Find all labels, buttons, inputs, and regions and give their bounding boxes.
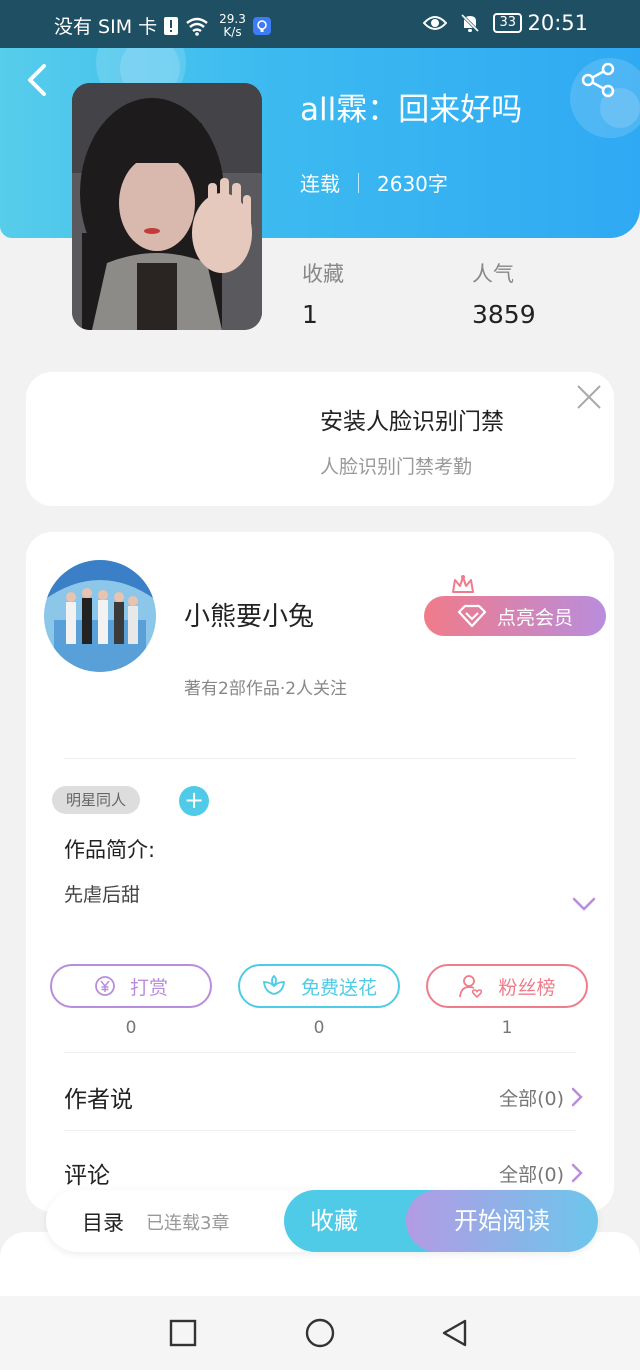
chapter-count: 已连载3章: [146, 1213, 230, 1234]
net-speed-unit: K/s: [223, 24, 242, 39]
close-icon[interactable]: [574, 382, 604, 412]
chevron-right-icon: [571, 1087, 583, 1107]
share-icon[interactable]: [578, 60, 618, 100]
chevron-down-icon[interactable]: [570, 894, 598, 914]
author-says-title: 作者说: [64, 1087, 133, 1113]
yen-coin-icon: [95, 976, 115, 996]
recent-apps-icon[interactable]: [168, 1318, 198, 1348]
eye-icon: [423, 16, 448, 30]
comments-title: 评论: [64, 1163, 110, 1189]
back-arrow-icon[interactable]: [22, 60, 52, 100]
home-icon[interactable]: [305, 1318, 335, 1348]
intro-text: 先虐后甜: [64, 884, 141, 906]
ad-subtitle: 人脸识别门禁考勤: [320, 456, 473, 478]
popularity-value: 3859: [472, 300, 536, 329]
popularity-label: 人气: [472, 262, 514, 286]
vip-button[interactable]: 点亮会员: [424, 596, 606, 636]
divider: [64, 1130, 576, 1131]
back-triangle-icon[interactable]: [440, 1318, 470, 1348]
reward-count: 0: [125, 1018, 137, 1038]
fan-ranking-button[interactable]: 粉丝榜: [426, 964, 588, 1008]
flower-icon: [262, 974, 285, 995]
author-avatar[interactable]: [44, 560, 156, 672]
wifi-icon: [186, 17, 208, 36]
system-nav-bar: [0, 1296, 640, 1370]
comments-link[interactable]: 全部(0): [499, 1160, 584, 1187]
word-count: 2630字: [377, 172, 448, 196]
status-right: 33: [423, 12, 522, 34]
book-title: all霖：回来好吗: [300, 92, 523, 128]
divider: [64, 1052, 576, 1053]
sim-alert-icon: [164, 16, 179, 35]
collect-label: 收藏: [302, 262, 344, 286]
comments-row[interactable]: 评论 全部(0): [64, 1156, 584, 1190]
fan-ranking-label: 粉丝榜: [498, 976, 556, 999]
clock: 20:51: [527, 11, 588, 35]
serial-status: 连载: [300, 172, 340, 196]
intro-label: 作品简介:: [64, 838, 156, 862]
status-left: 没有 SIM 卡 29.3 K/s: [54, 12, 272, 39]
meta-separator: [358, 172, 359, 193]
avatar-illustration: [44, 560, 156, 672]
author-info: 著有2部作品·2人关注: [184, 679, 348, 699]
ad-title: 安装人脸识别门禁: [320, 409, 504, 435]
divider: [64, 758, 576, 759]
net-speed: 29.3 K/s: [219, 11, 246, 39]
reward-button[interactable]: 打赏: [50, 964, 212, 1008]
comments-count: 全部(0): [499, 1163, 564, 1186]
collect-stat: 收藏 1: [302, 258, 344, 329]
ad-banner[interactable]: 安装人脸识别门禁 人脸识别门禁考勤: [26, 372, 614, 506]
mute-bell-icon: [461, 13, 480, 33]
battery-level: 33: [493, 13, 522, 33]
collect-value: 1: [302, 300, 318, 329]
status-bar: 没有 SIM 卡 29.3 K/s 33 20:51: [0, 0, 640, 48]
toc-button[interactable]: 目录: [82, 1207, 124, 1237]
cover-illustration: [72, 83, 262, 330]
flower-label: 免费送花: [300, 976, 377, 999]
popularity-stat: 人气 3859: [472, 258, 536, 329]
send-flower-button[interactable]: 免费送花: [238, 964, 400, 1008]
diamond-icon: [457, 604, 487, 628]
book-meta: 连载 2630字: [300, 168, 448, 197]
author-says-row[interactable]: 作者说 全部(0): [64, 1080, 584, 1114]
crown-icon: [452, 575, 474, 593]
author-name[interactable]: 小熊要小兔: [184, 596, 314, 633]
fan-count: 1: [501, 1018, 513, 1038]
book-cover-image[interactable]: [72, 83, 262, 330]
author-card: 小熊要小兔 著有2部作品·2人关注 点亮会员 明星同人 + 作品简介: 先虐后甜…: [26, 532, 614, 1212]
category-tag[interactable]: 明星同人: [52, 786, 141, 814]
author-says-link[interactable]: 全部(0): [499, 1084, 584, 1111]
bottom-action-bar: 目录 已连载3章 收藏 开始阅读: [46, 1190, 598, 1252]
carrier-text: 没有 SIM 卡: [54, 16, 158, 38]
net-speed-value: 29.3: [219, 11, 246, 26]
vip-label: 点亮会员: [496, 606, 573, 629]
app-notification-icon: [252, 16, 271, 35]
author-says-count: 全部(0): [499, 1087, 564, 1110]
flower-count: 0: [313, 1018, 325, 1038]
user-heart-icon: [459, 975, 483, 999]
reward-label: 打赏: [129, 976, 168, 999]
start-reading-button[interactable]: 开始阅读: [406, 1190, 598, 1252]
add-tag-button[interactable]: +: [179, 786, 209, 816]
chevron-right-icon: [571, 1163, 583, 1183]
